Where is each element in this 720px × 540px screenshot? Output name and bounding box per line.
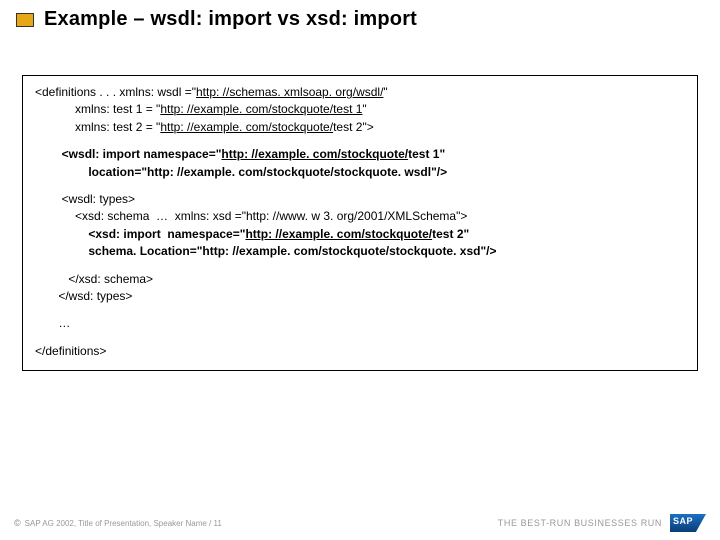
code-line: xmlns: test 1 = "http: //example. com/st… [35, 101, 685, 118]
title-bullet-icon [16, 13, 34, 27]
copyright-icon: © [14, 518, 21, 528]
footer-text: SAP AG 2002, Title of Presentation, Spea… [25, 519, 222, 528]
code-line: … [35, 315, 685, 332]
slide-title: Example – wsdl: import vs xsd: import [44, 8, 417, 31]
code-line: <xsd: import namespace="http: //example.… [35, 226, 685, 243]
code-example-box: <definitions . . . xmlns: wsdl ="http: /… [22, 75, 698, 371]
sap-logo-icon [670, 514, 706, 532]
code-line: location="http: //example. com/stockquot… [35, 164, 685, 181]
code-line: <wsdl: types> [35, 191, 685, 208]
code-line: </xsd: schema> [35, 271, 685, 288]
code-line: <definitions . . . xmlns: wsdl ="http: /… [35, 84, 685, 101]
code-line: </definitions> [35, 343, 685, 360]
slide-header: Example – wsdl: import vs xsd: import [0, 0, 720, 39]
code-line: schema. Location="http: //example. com/s… [35, 243, 685, 260]
code-line: </wsd: types> [35, 288, 685, 305]
code-line: <wsdl: import namespace="http: //example… [35, 146, 685, 163]
footer-right: THE BEST-RUN BUSINESSES RUN [498, 514, 706, 532]
code-line: xmlns: test 2 = "http: //example. com/st… [35, 119, 685, 136]
footer-left: © SAP AG 2002, Title of Presentation, Sp… [14, 518, 222, 528]
code-line: <xsd: schema … xmlns: xsd ="http: //www.… [35, 208, 685, 225]
slide-footer: © SAP AG 2002, Title of Presentation, Sp… [0, 514, 720, 532]
footer-tagline: THE BEST-RUN BUSINESSES RUN [498, 518, 662, 528]
